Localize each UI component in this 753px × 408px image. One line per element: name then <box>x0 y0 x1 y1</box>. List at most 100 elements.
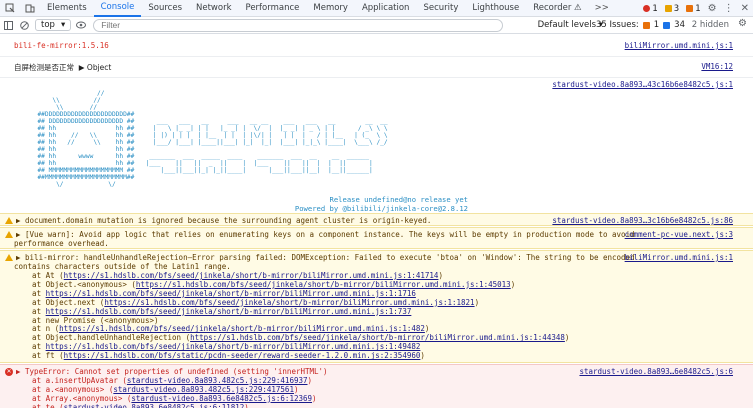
tab-console[interactable]: Console <box>93 0 142 17</box>
tab-lighthouse[interactable]: Lighthouse <box>465 0 526 17</box>
stack-frame: at te (stardust-video.8a893.6e8482c5.js:… <box>14 403 249 408</box>
log-levels-dropdown[interactable]: Default levels ▾ <box>538 20 603 30</box>
error-count-badge[interactable]: 1 <box>643 3 658 14</box>
clear-console-icon[interactable] <box>16 17 32 34</box>
stack-frame-link[interactable]: https://s1.hdslb.com/bfs/seed/jinkela/sh… <box>104 298 474 307</box>
divider <box>0 77 753 78</box>
source-link[interactable]: VM16:12 <box>701 62 733 71</box>
device-toolbar-icon[interactable] <box>20 0 40 17</box>
stack-frame-suffix: ) <box>474 297 480 307</box>
stack-frame: at Array.<anonymous> (stardust-video.8a8… <box>14 394 317 403</box>
tab-application[interactable]: Application <box>355 0 417 17</box>
tab-elements[interactable]: Elements <box>40 0 94 17</box>
issues-warn-count: 1 <box>653 20 660 30</box>
warning-count: 3 <box>673 3 680 14</box>
stack-frame-prefix: at Array.<anonymous> ( <box>14 393 132 403</box>
issues-label: 35 Issues: <box>595 20 639 30</box>
info-count-badge[interactable]: 1 <box>686 3 701 14</box>
stack-frame-prefix: at new Promise (<anonymous>) <box>14 315 159 325</box>
stack-frame-link[interactable]: https://s1.hdslb.com/bfs/seed/jinkela/sh… <box>46 342 421 351</box>
stack-frame-suffix: ) <box>307 376 313 385</box>
error-icon <box>643 5 651 12</box>
tab-security[interactable]: Security <box>416 0 465 17</box>
log-row: 自屏检测是否正常 ▶ Object VM16:12 <box>0 62 753 74</box>
stack-frame: at a.insertUpAvatar (stardust-video.8a89… <box>14 376 312 385</box>
stack-frame: at Object.handleUnhandleRejection (https… <box>14 333 569 342</box>
stack-frame-prefix: at te ( <box>14 402 64 408</box>
close-devtools-icon[interactable]: ✕ <box>741 3 749 14</box>
tab-sources[interactable]: Sources <box>141 0 189 17</box>
warning-row[interactable]: ▶ bili-mirror: handleUnhandleRejection—E… <box>0 250 753 363</box>
stack-frame: at https://s1.hdslb.com/bfs/seed/jinkela… <box>14 307 411 316</box>
warning-message: ▶ document.domain mutation is ignored be… <box>16 216 432 225</box>
source-link[interactable]: stardust-video.8a893…43c16b6e8482c5.js:1 <box>552 80 733 89</box>
stack-frame-link[interactable]: stardust-video.8a893.482c5.js:229:417561 <box>113 385 294 394</box>
context-selector[interactable]: top ▾ <box>35 19 72 31</box>
stack-frame: at At (https://s1.hdslb.com/bfs/seed/jin… <box>14 271 443 280</box>
info-count: 1 <box>695 3 701 14</box>
source-link[interactable]: biliMirror.umd.mini.js:1 <box>625 41 733 50</box>
stack-frame-link[interactable]: https://s1.hdslb.com/bfs/seed/jinkela/sh… <box>59 324 425 333</box>
stack-frame-suffix: ) <box>420 351 425 361</box>
tab-recorder[interactable]: Recorder ⚠ <box>526 0 588 17</box>
stack-frame-prefix: at a.<anonymous> ( <box>14 384 114 394</box>
warning-message-cont: contains characters outside of the Latin… <box>14 262 231 271</box>
source-link[interactable]: stardust-video.8a893…3c16b6e8482c5.js:86 <box>552 216 733 225</box>
warning-message: ▶ [Vue warn]: Avoid app logic that relie… <box>16 230 635 239</box>
tab-performance[interactable]: Performance <box>239 0 307 17</box>
filter-input[interactable] <box>93 18 504 32</box>
warning-count-badge[interactable]: 3 <box>664 3 680 14</box>
stack-frame-suffix: ) <box>244 402 249 408</box>
warning-row[interactable]: ▶ document.domain mutation is ignored be… <box>0 213 753 226</box>
stack-frame-link[interactable]: stardust-video.8a893.482c5.js:229:416937 <box>127 376 308 385</box>
stack-frame-prefix: at At ( <box>14 271 64 280</box>
release-info: Release undefined@no release yet <box>329 195 468 204</box>
inspect-element-icon[interactable] <box>0 0 20 17</box>
source-link[interactable]: biliMirror.umd.mini.js:1 <box>625 253 733 262</box>
source-link[interactable]: stardust-video.8a893…6e8482c5.js:6 <box>579 367 733 376</box>
stack-frame-link[interactable]: stardust-video.8a893.6e8482c5.js:6:11812 <box>64 403 245 408</box>
settings-gear-icon[interactable]: ⚙ <box>708 3 717 14</box>
stack-frame-link[interactable]: https://s1.hdslb.com/bfs/static/pcdn-see… <box>64 351 421 360</box>
stack-frame-prefix: at <box>14 342 46 352</box>
stack-frame-link[interactable]: https://s1.hdslb.com/bfs/seed/jinkela/sh… <box>64 271 439 280</box>
more-tabs-button[interactable]: >> <box>589 0 615 17</box>
status-counts: 1 3 1 ⚙ ⋮ ✕ <box>643 0 749 17</box>
warning-icon <box>664 5 672 12</box>
stack-frame: at Object.next (https://s1.hdslb.com/bfs… <box>14 298 479 307</box>
source-link[interactable]: comment-pc-vue.next.js:3 <box>625 230 733 239</box>
stack-frame-link[interactable]: stardust-video.8a893.6e8482c5.js:6:12369 <box>131 394 312 403</box>
live-expression-eye-icon[interactable] <box>73 17 89 34</box>
warning-row[interactable]: ▶ [Vue warn]: Avoid app logic that relie… <box>0 227 753 249</box>
context-label: top <box>41 19 55 30</box>
console-toolbar: top ▾ Default levels ▾ 35 Issues: 1 34 2… <box>0 17 753 34</box>
stack-frame-suffix: ) <box>510 279 516 289</box>
stack-frame: at ft (https://s1.hdslb.com/bfs/static/p… <box>14 351 425 360</box>
console-settings-gear-icon[interactable]: ⚙ <box>738 18 747 29</box>
log-message[interactable]: 自屏检测是否正常 ▶ Object <box>14 62 111 73</box>
stack-frame: at https://s1.hdslb.com/bfs/seed/jinkela… <box>14 289 416 298</box>
more-options-icon[interactable]: ⋮ <box>724 3 734 14</box>
stack-frame-prefix: at Object.<anonymous> ( <box>14 279 136 289</box>
log-message: bili-fe-mirror:1.5.16 <box>14 41 109 50</box>
stack-frame-link[interactable]: https://s1.hdslb.com/bfs/seed/jinkela/sh… <box>190 333 565 342</box>
error-count: 1 <box>652 3 658 14</box>
stack-frame-prefix: at n ( <box>14 324 60 334</box>
issue-info-icon <box>663 21 671 29</box>
stack-frame-link[interactable]: https://s1.hdslb.com/bfs/seed/jinkela/sh… <box>46 307 412 316</box>
warning-triangle-icon <box>5 231 13 238</box>
tab-memory[interactable]: Memory <box>306 0 355 17</box>
info-icon <box>686 5 694 12</box>
issue-warning-icon <box>642 21 650 29</box>
issues-button[interactable]: 35 Issues: 1 34 <box>596 20 685 30</box>
stack-frame-link[interactable]: https://s1.hdslb.com/bfs/seed/jinkela/sh… <box>46 289 416 298</box>
stack-frame: at https://s1.hdslb.com/bfs/seed/jinkela… <box>14 342 420 351</box>
stack-frame-link[interactable]: https://s1.hdslb.com/bfs/seed/jinkela/sh… <box>136 280 511 289</box>
dropdown-arrow-icon: ▾ <box>60 19 66 30</box>
tab-network[interactable]: Network <box>189 0 239 17</box>
warning-message-cont: performance overhead. <box>14 239 109 248</box>
stack-frame: at new Promise (<anonymous>) <box>14 315 159 325</box>
error-row[interactable]: ✕ ▶ TypeError: Cannot set properties of … <box>0 364 753 408</box>
sidebar-toggle-icon[interactable] <box>0 17 16 34</box>
warning-triangle-icon <box>5 217 13 224</box>
